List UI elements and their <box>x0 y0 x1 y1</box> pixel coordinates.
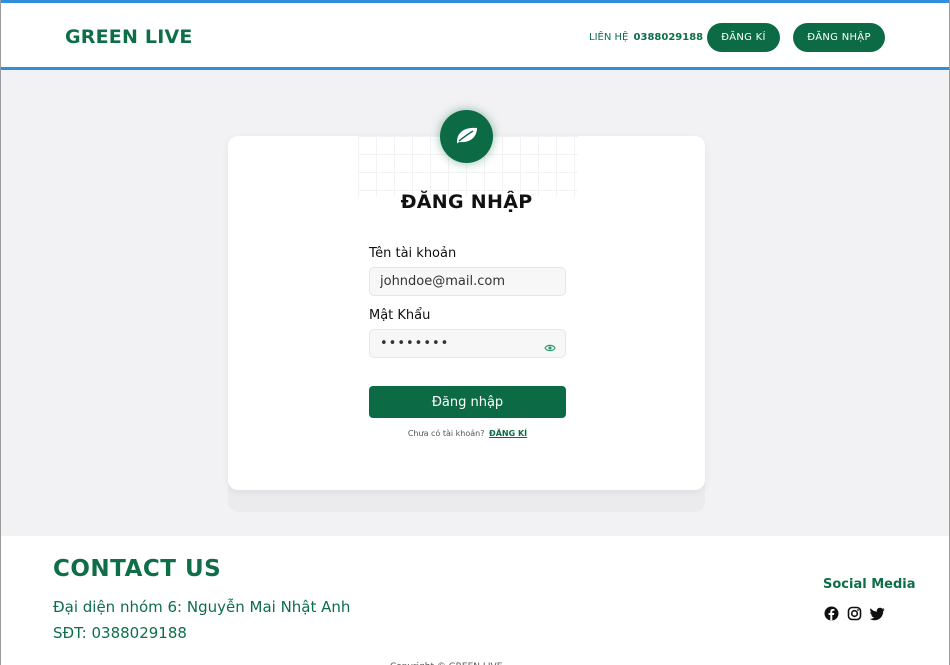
login-nav-button[interactable]: ĐĂNG NHẬP <box>793 23 885 52</box>
footer-bottom-text: Copyright © GREEN LIVE <box>390 659 502 665</box>
signup-link[interactable]: ĐĂNG KÍ <box>489 429 527 438</box>
login-submit-button[interactable]: Đăng nhập <box>369 386 566 418</box>
username-label: Tên tài khoản <box>369 246 457 261</box>
contact-phone[interactable]: 0388029188 <box>634 32 704 43</box>
leaf-badge <box>440 110 493 163</box>
password-input[interactable] <box>369 329 566 358</box>
leaf-icon <box>454 125 480 149</box>
no-account-text: Chưa có tài khoản? <box>407 429 485 438</box>
username-input[interactable] <box>369 267 566 296</box>
social-icons <box>824 606 885 621</box>
password-label: Mật Khẩu <box>369 308 431 323</box>
register-button[interactable]: ĐĂNG KÍ <box>707 23 780 52</box>
footer-title: CONTACT US <box>53 556 222 582</box>
footer-representative: Đại diện nhóm 6: Nguyễn Mai Nhật Anh <box>53 598 351 616</box>
facebook-icon[interactable] <box>824 606 839 621</box>
login-title: ĐĂNG NHẬP <box>400 191 533 213</box>
top-navbar: GREEN LIVE LIÊN HỆ 0388029188 ĐĂNG KÍ ĐĂ… <box>0 0 950 70</box>
social-media-title: Social Media <box>823 577 916 592</box>
site-logo[interactable]: GREEN LIVE <box>65 26 193 48</box>
eye-icon[interactable] <box>544 338 556 352</box>
contact-label: LIÊN HỆ <box>589 32 629 43</box>
signup-prompt: Chưa có tài khoản? ĐĂNG KÍ <box>369 429 566 438</box>
instagram-icon[interactable] <box>847 606 862 621</box>
twitter-icon[interactable] <box>869 606 885 621</box>
header-contact: LIÊN HỆ 0388029188 <box>589 32 703 43</box>
footer-phone: SĐT: 0388029188 <box>53 624 187 642</box>
